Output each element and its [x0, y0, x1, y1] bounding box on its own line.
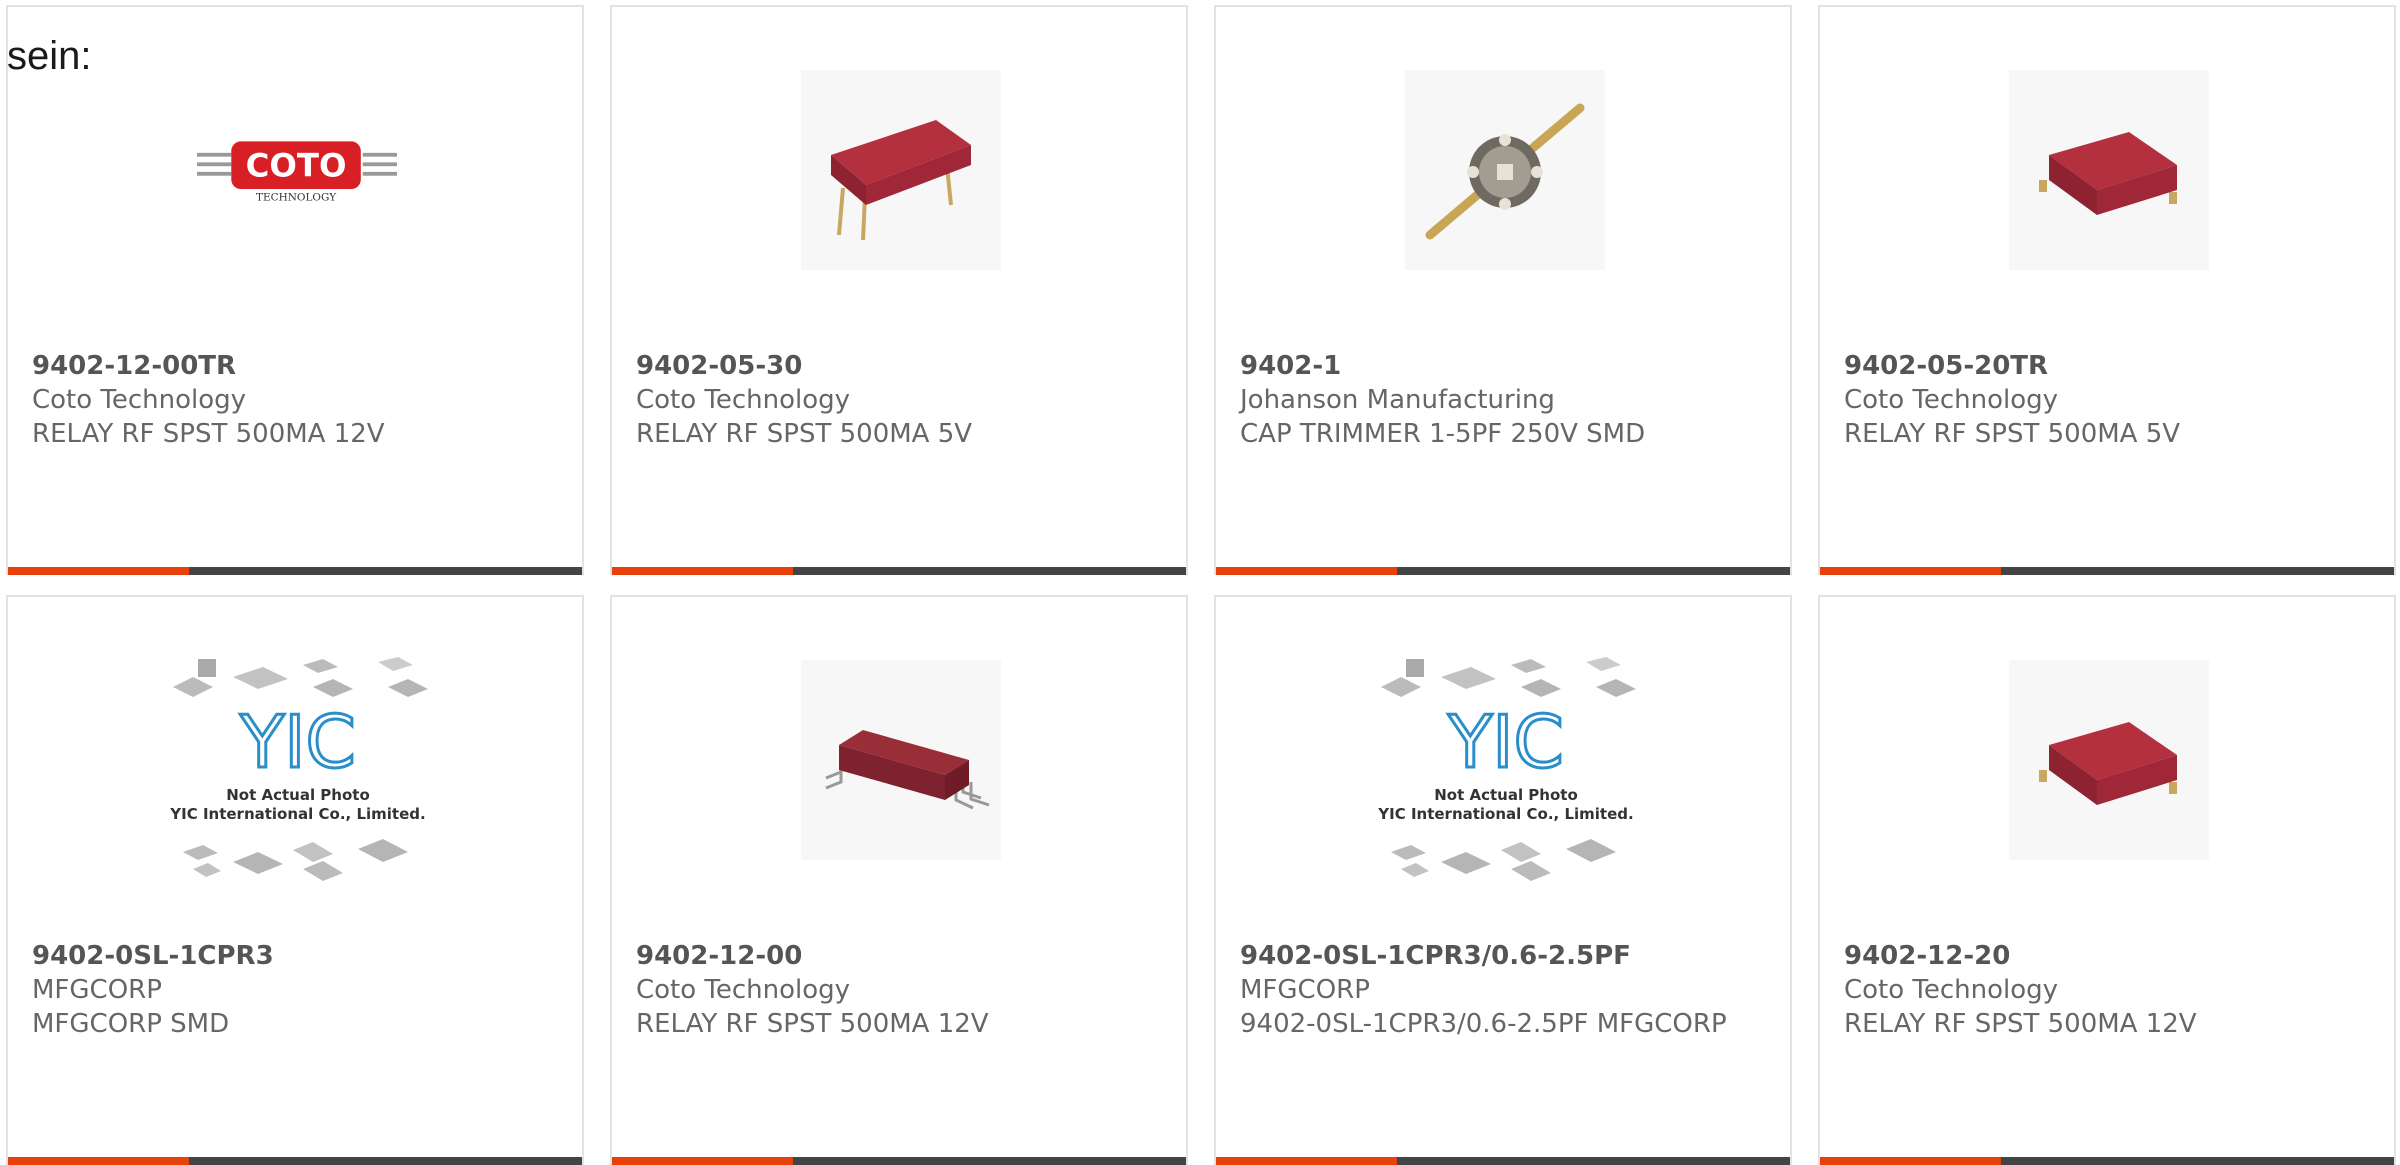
trimmer-cap-image	[1405, 70, 1605, 270]
description: MFGCORP SMD	[32, 1009, 230, 1039]
card-footer-bar	[1820, 567, 2394, 575]
clipped-heading-fragment: sein:	[7, 34, 92, 78]
part-number[interactable]: 9402-0SL-1CPR3/0.6-2.5PF	[1240, 939, 1770, 973]
manufacturer: Coto Technology	[1844, 975, 2059, 1005]
description: CAP TRIMMER 1-5PF 250V SMD	[1240, 419, 1646, 449]
manufacturer: Coto Technology	[32, 385, 247, 415]
relay-smd-gullwing-image	[801, 660, 1001, 860]
card-footer-bar	[1216, 1157, 1790, 1165]
product-card[interactable]: 9402-1 Johanson Manufacturing CAP TRIMME…	[1214, 5, 1792, 575]
product-card[interactable]: 9402-05-30 Coto Technology RELAY RF SPST…	[610, 5, 1188, 575]
description: 9402-0SL-1CPR3/0.6-2.5PF MFGCORP	[1240, 1009, 1727, 1039]
svg-text:YIC: YIC	[239, 700, 356, 784]
manufacturer: Johanson Manufacturing	[1240, 385, 1555, 415]
product-card[interactable]: COTO TECHNOLOGY 9402-12-00TR Coto Techno…	[6, 5, 584, 575]
yic-placeholder-image: YIC Not Actual Photo YIC International C…	[1371, 657, 1641, 887]
product-card[interactable]: 9402-12-20 Coto Technology RELAY RF SPST…	[1818, 595, 2396, 1165]
part-number[interactable]: 9402-12-20	[1844, 939, 2374, 973]
part-number[interactable]: 9402-0SL-1CPR3	[32, 939, 562, 973]
manufacturer: Coto Technology	[636, 385, 851, 415]
part-number[interactable]: 9402-05-30	[636, 349, 1166, 383]
product-card[interactable]: 9402-12-00 Coto Technology RELAY RF SPST…	[610, 595, 1188, 1165]
svg-text:Not Actual Photo: Not Actual Photo	[1434, 786, 1578, 804]
svg-text:YIC International Co., Limited: YIC International Co., Limited.	[1377, 805, 1633, 823]
manufacturer: Coto Technology	[1844, 385, 2059, 415]
description: RELAY RF SPST 500MA 12V	[1844, 1009, 2197, 1039]
relay-smd-image	[2009, 660, 2209, 860]
description: RELAY RF SPST 500MA 12V	[636, 1009, 989, 1039]
svg-text:COTO: COTO	[246, 147, 347, 185]
card-footer-bar	[1820, 1157, 2394, 1165]
card-footer-bar	[612, 1157, 1186, 1165]
coto-logo-image: COTO TECHNOLOGY	[197, 70, 397, 270]
yic-placeholder-image: YIC Not Actual Photo YIC International C…	[163, 657, 433, 887]
part-number[interactable]: 9402-05-20TR	[1844, 349, 2374, 383]
card-footer-bar	[612, 567, 1186, 575]
card-footer-bar	[8, 1157, 582, 1165]
manufacturer: Coto Technology	[636, 975, 851, 1005]
product-card[interactable]: YIC Not Actual Photo YIC International C…	[6, 595, 584, 1165]
description: RELAY RF SPST 500MA 12V	[32, 419, 385, 449]
svg-text:YIC: YIC	[1447, 700, 1564, 784]
product-card[interactable]: YIC Not Actual Photo YIC International C…	[1214, 595, 1792, 1165]
part-number[interactable]: 9402-12-00TR	[32, 349, 562, 383]
part-number[interactable]: 9402-1	[1240, 349, 1770, 383]
description: RELAY RF SPST 500MA 5V	[636, 419, 973, 449]
card-footer-bar	[1216, 567, 1790, 575]
description: RELAY RF SPST 500MA 5V	[1844, 419, 2181, 449]
product-card[interactable]: 9402-05-20TR Coto Technology RELAY RF SP…	[1818, 5, 2396, 575]
manufacturer: MFGCORP	[32, 975, 162, 1005]
part-number[interactable]: 9402-12-00	[636, 939, 1166, 973]
svg-text:TECHNOLOGY: TECHNOLOGY	[256, 191, 336, 203]
card-footer-bar	[8, 567, 582, 575]
svg-text:Not Actual Photo: Not Actual Photo	[226, 786, 370, 804]
relay-smd-image	[2009, 70, 2209, 270]
relay-thru-hole-image	[801, 70, 1001, 270]
manufacturer: MFGCORP	[1240, 975, 1370, 1005]
svg-text:YIC International Co., Limited: YIC International Co., Limited.	[169, 805, 425, 823]
